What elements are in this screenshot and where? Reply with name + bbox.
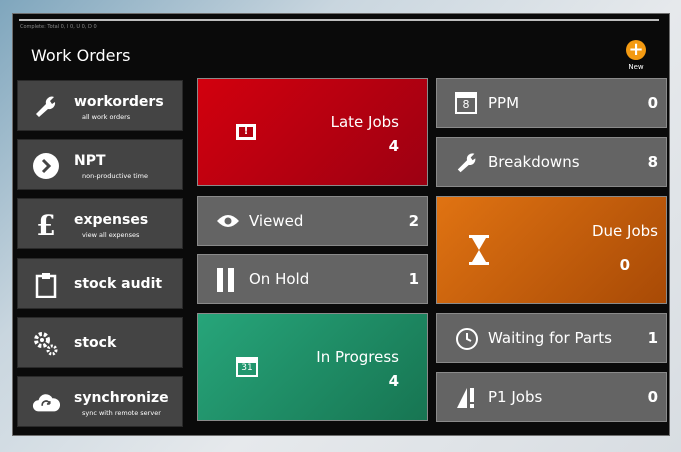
calendar-icon: 31 [236,357,258,377]
gears-icon [32,330,60,358]
clock-icon [455,327,479,355]
priority-icon [455,386,481,414]
tile-breakdowns[interactable]: Breakdowns 8 [436,137,667,187]
sidebar-item-label: stock audit [74,276,163,292]
tile-due-jobs[interactable]: Due Jobs 0 [436,196,667,304]
sidebar-item-npt[interactable]: NPT non-productive time [17,139,183,190]
wrench-icon [32,93,60,121]
tile-label: Due Jobs [592,222,658,240]
calendar-day: 8 [462,98,470,111]
sidebar-item-sublabel: non-productive time [82,172,148,180]
hourglass-icon [469,235,489,269]
tile-label: Breakdowns [488,153,580,171]
tile-label: PPM [488,94,520,112]
status-line: Complete: Total 0, I 0, U 0, D 0 [20,24,97,30]
eye-icon [216,213,240,233]
pause-icon [216,268,236,296]
tile-count: 2 [408,212,419,230]
calendar-icon: 8 [455,92,477,114]
sidebar-item-label: expenses [74,212,149,228]
tile-waiting-for-parts[interactable]: Waiting for Parts 1 [436,313,667,363]
sidebar-item-workorders[interactable]: workorders all work orders [17,80,183,131]
new-work-order-button[interactable]: + New [619,40,653,71]
sidebar-item-label: workorders [74,94,164,110]
sidebar-item-sublabel: all work orders [82,113,131,121]
sidebar-item-synchronize[interactable]: synchronize sync with remote server [17,376,183,427]
tile-count: 0 [647,388,658,406]
tile-count: 1 [647,329,658,347]
alert-icon: ! [236,124,256,140]
plus-icon: + [626,40,646,60]
tile-in-progress[interactable]: 31 In Progress 4 [197,313,428,421]
tile-label: On Hold [249,270,310,288]
sidebar-item-label: synchronize [74,390,169,406]
sidebar-item-stock[interactable]: stock [17,317,183,368]
tile-count: 4 [388,372,399,390]
tile-late-jobs[interactable]: ! Late Jobs 4 [197,78,428,186]
arrow-right-circle-icon [32,152,60,180]
tile-p1-jobs[interactable]: P1 Jobs 0 [436,372,667,422]
tile-label: In Progress [316,348,399,366]
tile-on-hold[interactable]: On Hold 1 [197,254,428,304]
sidebar-item-expenses[interactable]: £ expenses view all expenses [17,198,183,249]
tile-label: Viewed [249,212,304,230]
pound-icon: £ [36,208,56,242]
clipboard-icon [32,271,60,299]
sidebar-item-stock-audit[interactable]: stock audit [17,258,183,309]
cloud-sync-icon [32,389,60,417]
tile-label: Waiting for Parts [488,329,612,347]
page-title: Work Orders [31,46,131,65]
sidebar-item-label: NPT [74,153,106,169]
tile-count: 0 [619,256,630,274]
sidebar-item-sublabel: view all expenses [82,231,140,239]
sidebar-item-sublabel: sync with remote server [82,409,161,417]
tile-label: P1 Jobs [488,388,543,406]
top-divider [19,19,659,21]
sidebar-item-label: stock [74,335,117,351]
tile-viewed[interactable]: Viewed 2 [197,196,428,246]
app-screen: Complete: Total 0, I 0, U 0, D 0 Work Or… [12,13,670,436]
tile-count: 4 [388,137,399,155]
tile-count: 1 [408,270,419,288]
tile-ppm[interactable]: 8 PPM 0 [436,78,667,128]
new-label: New [628,63,644,71]
tile-label: Late Jobs [330,113,399,131]
calendar-day: 31 [241,363,253,373]
tile-count: 0 [647,94,658,112]
tile-count: 8 [647,153,658,171]
wrench-icon [455,151,479,179]
